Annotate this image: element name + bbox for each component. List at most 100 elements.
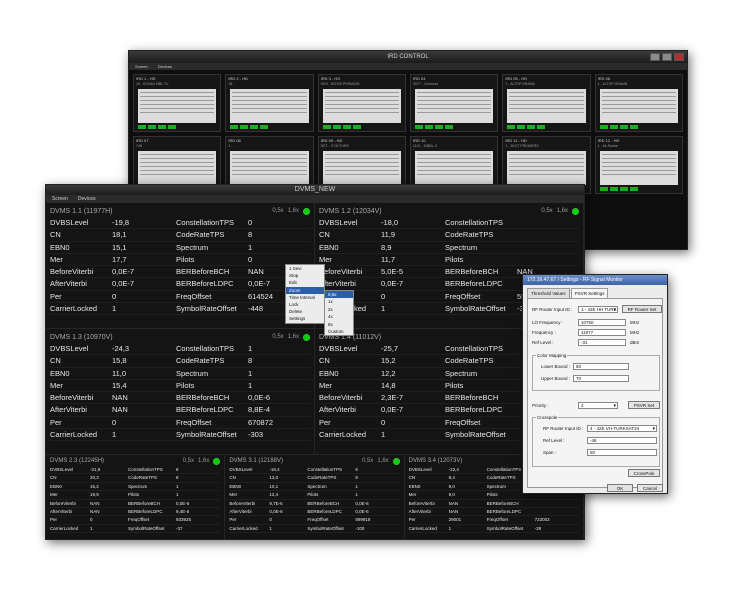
metric-label: AfterViterbi: [319, 279, 356, 289]
ird-card[interactable]: IRD 04 3077 - Comeras: [410, 74, 499, 132]
lo-frequency-input[interactable]: 10750: [578, 319, 626, 326]
zoom-label[interactable]: 0,5x: [272, 208, 283, 214]
status-led-icon: [352, 125, 361, 129]
zoom-label[interactable]: 0,5x: [362, 458, 373, 464]
metric-row: BeforeViterbi NAN BERBeforeBCH 0,0E-6: [50, 500, 221, 508]
metric-row: DVBSLevel -18,0 ConstellationTPS: [319, 217, 579, 230]
settings-dialog[interactable]: 172.16.47.67 / Settings - RF Signal Moni…: [522, 274, 668, 494]
dialog-titlebar[interactable]: 172.16.47.67 / Settings - RF Signal Moni…: [523, 275, 667, 285]
metric-label: Per: [408, 517, 416, 523]
upper-bound-input[interactable]: 70: [573, 375, 629, 382]
ird-titlebar[interactable]: IRD CONTROL: [129, 51, 687, 63]
metric-label: DVBSLevel: [50, 218, 89, 227]
metric-value: 8,8E-4: [248, 405, 271, 415]
ird-card[interactable]: IRD 1 - HD 18 - KOVAN MBL TV: [133, 74, 222, 132]
metric-value: 15,2: [381, 356, 396, 366]
metric-label: BERBeforeLDPC: [486, 508, 522, 514]
zoom-option-8x[interactable]: 8x: [325, 321, 353, 328]
zoom-label[interactable]: 0,5x: [272, 334, 283, 340]
zoom-label-2[interactable]: 1,6x: [198, 458, 209, 464]
metric-value: 11,7: [381, 254, 396, 264]
rf-router-input-select[interactable]: 1 - 42E HH TURK: [578, 306, 618, 313]
zoom-label-2[interactable]: 1,6x: [557, 208, 568, 214]
menu-devices[interactable]: Devices: [78, 195, 96, 203]
lower-bound-input[interactable]: 50: [573, 363, 629, 370]
dvms-panel[interactable]: DVMS 3.1 (12188V) 0,5x 1,6x DVBSLevel -18,4 C…: [225, 455, 405, 539]
status-led-icon: [599, 125, 608, 129]
zoom-label[interactable]: 0,5x: [541, 208, 552, 214]
ird-card-body: [230, 89, 309, 123]
cancel-button[interactable]: Cancel: [637, 484, 663, 492]
tab-psvr-settings[interactable]: PSVR Settings: [570, 288, 609, 298]
crosspole-ref-input[interactable]: -46: [587, 437, 657, 444]
power-icon[interactable]: [303, 333, 310, 341]
ird-card-title: IRD 07: [136, 138, 149, 143]
ird-card-title: IRD 1 - HD: [136, 76, 156, 81]
zoom-option-1x[interactable]: 1x: [325, 298, 353, 305]
ref-level-input[interactable]: -31: [578, 339, 626, 346]
ird-card[interactable]: IRD 3 - HD HKD - BOVIS PREMIUM: [317, 74, 406, 132]
frequency-input[interactable]: 11977: [578, 329, 626, 336]
metric-row: CN 18,1 CodeRateTPS 8: [50, 229, 310, 242]
menu-screen[interactable]: Screen: [52, 195, 68, 203]
ok-button[interactable]: OK: [607, 484, 633, 492]
close-icon[interactable]: [674, 53, 684, 61]
span-input[interactable]: 50: [587, 449, 657, 456]
metric-value: NAN: [448, 508, 459, 514]
ird-card[interactable]: IRD 2 - HD 18 -: [225, 74, 314, 132]
power-icon[interactable]: [572, 207, 579, 215]
dvms-panel[interactable]: DVMS 1.1 (11977H) 0,5x 1,6x DVBSLevel -19,8 C…: [46, 203, 315, 329]
minimize-icon[interactable]: [650, 53, 660, 61]
crosspole-input-select[interactable]: 4 - 42E VH-TURKSAT34: [587, 425, 657, 432]
menu-item-stop[interactable]: Stop: [286, 272, 324, 279]
metric-label: ConstellationTPS: [445, 344, 503, 353]
zoom-option-4x[interactable]: 4x: [325, 313, 353, 320]
panel-title: DVMS 3.4 (12073V): [408, 458, 463, 464]
maximize-icon[interactable]: [662, 53, 672, 61]
crosspole-label: Crosspole: [536, 415, 559, 420]
power-icon[interactable]: [213, 457, 221, 465]
zoom-label-2[interactable]: 1,6x: [288, 334, 299, 340]
zoom-option-2x[interactable]: 2x: [325, 306, 353, 313]
metric-label: AfterViterbi: [50, 508, 73, 514]
crosspole-button[interactable]: CrossPole: [628, 469, 660, 477]
power-icon[interactable]: [392, 457, 400, 465]
zoom-option-0-5x[interactable]: 0,5x: [325, 291, 353, 299]
metric-value: 1: [448, 525, 452, 531]
menu-item-edit[interactable]: Edit: [286, 279, 324, 286]
menu-item-settings[interactable]: Settings: [286, 315, 324, 322]
dvms-window[interactable]: DVMS_NEW Screen Devices DVMS 1.1 (11977H…: [45, 184, 585, 540]
ird-card-subtitle: DET - CYM TURK: [320, 144, 349, 148]
zoom-label-2[interactable]: 1,6x: [288, 208, 299, 214]
dvms-panel[interactable]: DVMS 2.3 (12245H) 0,5x 1,6x DVBSLevel -21,9 C…: [46, 455, 226, 539]
zoom-option-custom[interactable]: Custom: [325, 328, 353, 335]
psvr-set-button[interactable]: PSVR Set: [628, 401, 660, 409]
menu-devices[interactable]: Devices: [158, 63, 172, 70]
ird-card[interactable]: IRD 06 1 - ALTOP DRAMA: [594, 74, 683, 132]
menu-screen[interactable]: Screen: [135, 63, 148, 70]
menu-item-time-interval[interactable]: Time Interval: [286, 294, 324, 301]
ird-card[interactable]: IRD 05 - HD 1 - ALTOP DRAMA: [502, 74, 591, 132]
metric-value: 6: [355, 467, 358, 472]
metric-value: 8: [355, 475, 358, 481]
metric-label: Per: [229, 517, 237, 523]
dvms-titlebar[interactable]: DVMS_NEW: [46, 185, 584, 195]
menu-item-zoom[interactable]: Zoom: [286, 286, 324, 294]
menu-item-sevi[interactable]: 1 Sevi: [286, 265, 324, 272]
metric-label: Spectrum: [307, 483, 327, 489]
menu-item-delete[interactable]: Delete: [286, 308, 324, 315]
dvms-panel[interactable]: DVMS 1.3 (10970V) 0,5x 1,6x DVBSLevel -24,3 C…: [46, 329, 315, 455]
priority-select[interactable]: 2: [578, 402, 618, 409]
rf-router-set-button[interactable]: RF Router Set: [622, 305, 662, 313]
menu-item-lock[interactable]: Lock: [286, 301, 324, 308]
power-icon[interactable]: [303, 207, 310, 215]
status-led-icon: [435, 125, 443, 129]
tab-threshold-values[interactable]: Threshold Values: [527, 288, 570, 298]
zoom-label-2[interactable]: 1,6x: [377, 458, 388, 464]
metric-label: BeforeViterbi: [50, 267, 94, 277]
ird-card-title: IRD 08: [228, 138, 241, 143]
zoom-label[interactable]: 0,5x: [183, 458, 194, 464]
ird-card[interactable]: IRD 12 - HD 1 - Mr.Sanbe: [594, 136, 683, 194]
metric-value: 8: [248, 356, 253, 366]
metric-label: CarrierLocked: [408, 525, 437, 531]
